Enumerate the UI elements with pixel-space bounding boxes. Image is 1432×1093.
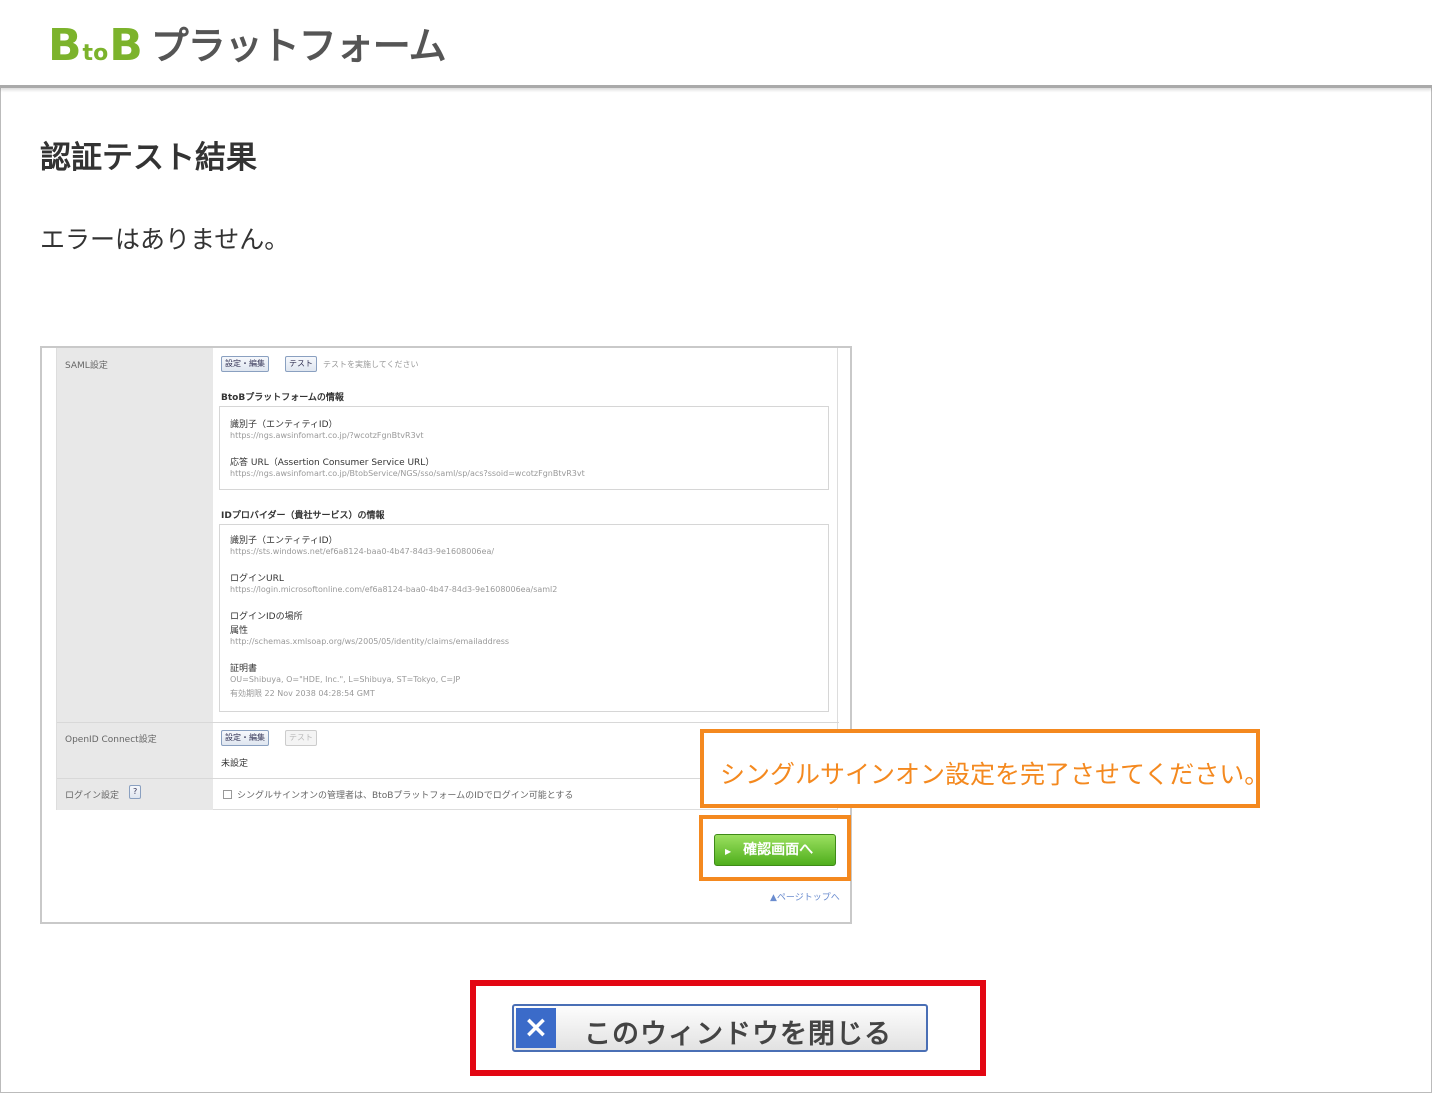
sso-completion-callout: シングルサインオン設定を完了させてください。 bbox=[700, 729, 1269, 808]
saml-test-button: テスト bbox=[285, 356, 317, 372]
idp-entity-value: https://sts.windows.net/ef6a8124-baa0-4b… bbox=[230, 547, 495, 556]
idp-login-url-value: https://login.microsoftonline.com/ef6a81… bbox=[230, 585, 558, 594]
close-window-button[interactable]: × このウィンドウを閉じる bbox=[512, 1004, 928, 1052]
idp-info-heading: IDプロバイダー（貴社サービス）の情報 bbox=[221, 511, 385, 521]
idp-login-url-label: ログインURL bbox=[230, 574, 284, 584]
saml-settings-label: SAML設定 bbox=[65, 361, 108, 371]
admin-login-checkbox bbox=[223, 790, 232, 799]
admin-login-checkbox-label: シングルサインオンの管理者は、BtoBプラットフォームのIDでログイン可能とする bbox=[237, 791, 574, 801]
idp-entity-label: 識別子（エンティティID） bbox=[230, 536, 338, 546]
result-message: エラーはありません。 bbox=[40, 225, 290, 254]
close-icon: × bbox=[516, 1008, 556, 1048]
btob-entity-label: 識別子（エンティティID） bbox=[230, 420, 338, 430]
test-hint: テストを実施してください bbox=[323, 360, 419, 369]
btob-acs-value: https://ngs.awsinfomart.co.jp/BtobServic… bbox=[230, 469, 585, 478]
page-top-link: ▲ページトップへ bbox=[770, 893, 840, 903]
page-title: 認証テスト結果 bbox=[40, 140, 257, 176]
openid-test-button: テスト bbox=[285, 730, 317, 746]
certificate-value: OU=Shibuya, O="HDE, Inc.", L=Shibuya, ST… bbox=[230, 675, 461, 684]
sso-completion-callout-text: シングルサインオン設定を完了させてください。 bbox=[720, 760, 1270, 789]
row-divider bbox=[57, 722, 839, 723]
confirm-button-highlight bbox=[699, 815, 851, 881]
logo-text: プラットフォーム bbox=[150, 24, 447, 68]
site-header: B to B プラットフォーム bbox=[0, 0, 1432, 88]
certificate-expiry: 有効期限 22 Nov 2038 04:28:54 GMT bbox=[230, 689, 375, 698]
close-window-label: このウィンドウを閉じる bbox=[584, 1019, 892, 1050]
btob-platform-logo: B to B プラットフォーム bbox=[48, 18, 447, 71]
idp-attribute-value: http://schemas.xmlsoap.org/ws/2005/05/id… bbox=[230, 637, 510, 646]
saml-edit-button: 設定・編集 bbox=[221, 356, 269, 372]
openid-connect-label: OpenID Connect設定 bbox=[65, 735, 157, 745]
openid-edit-button: 設定・編集 bbox=[221, 730, 269, 746]
logo-letter-b2: B bbox=[109, 20, 143, 71]
logo-to: to bbox=[82, 41, 109, 66]
btob-info-box: 識別子（エンティティID） https://ngs.awsinfomart.co… bbox=[219, 406, 829, 490]
btob-info-heading: BtoBプラットフォームの情報 bbox=[221, 393, 344, 403]
help-icon: ? bbox=[129, 785, 142, 799]
openid-status: 未設定 bbox=[221, 759, 249, 769]
certificate-label: 証明書 bbox=[230, 664, 258, 674]
idp-info-box: 識別子（エンティティID） https://sts.windows.net/ef… bbox=[219, 524, 829, 712]
idp-attribute-label: 属性 bbox=[230, 626, 249, 636]
btob-acs-label: 応答 URL（Assertion Consumer Service URL） bbox=[230, 458, 435, 468]
logo-letter-b1: B bbox=[48, 20, 82, 71]
idp-login-id-location-label: ログインIDの場所 bbox=[230, 612, 303, 622]
login-settings-label: ログイン設定 bbox=[65, 791, 120, 801]
btob-entity-value: https://ngs.awsinfomart.co.jp/?wcotzFgnB… bbox=[230, 431, 424, 440]
